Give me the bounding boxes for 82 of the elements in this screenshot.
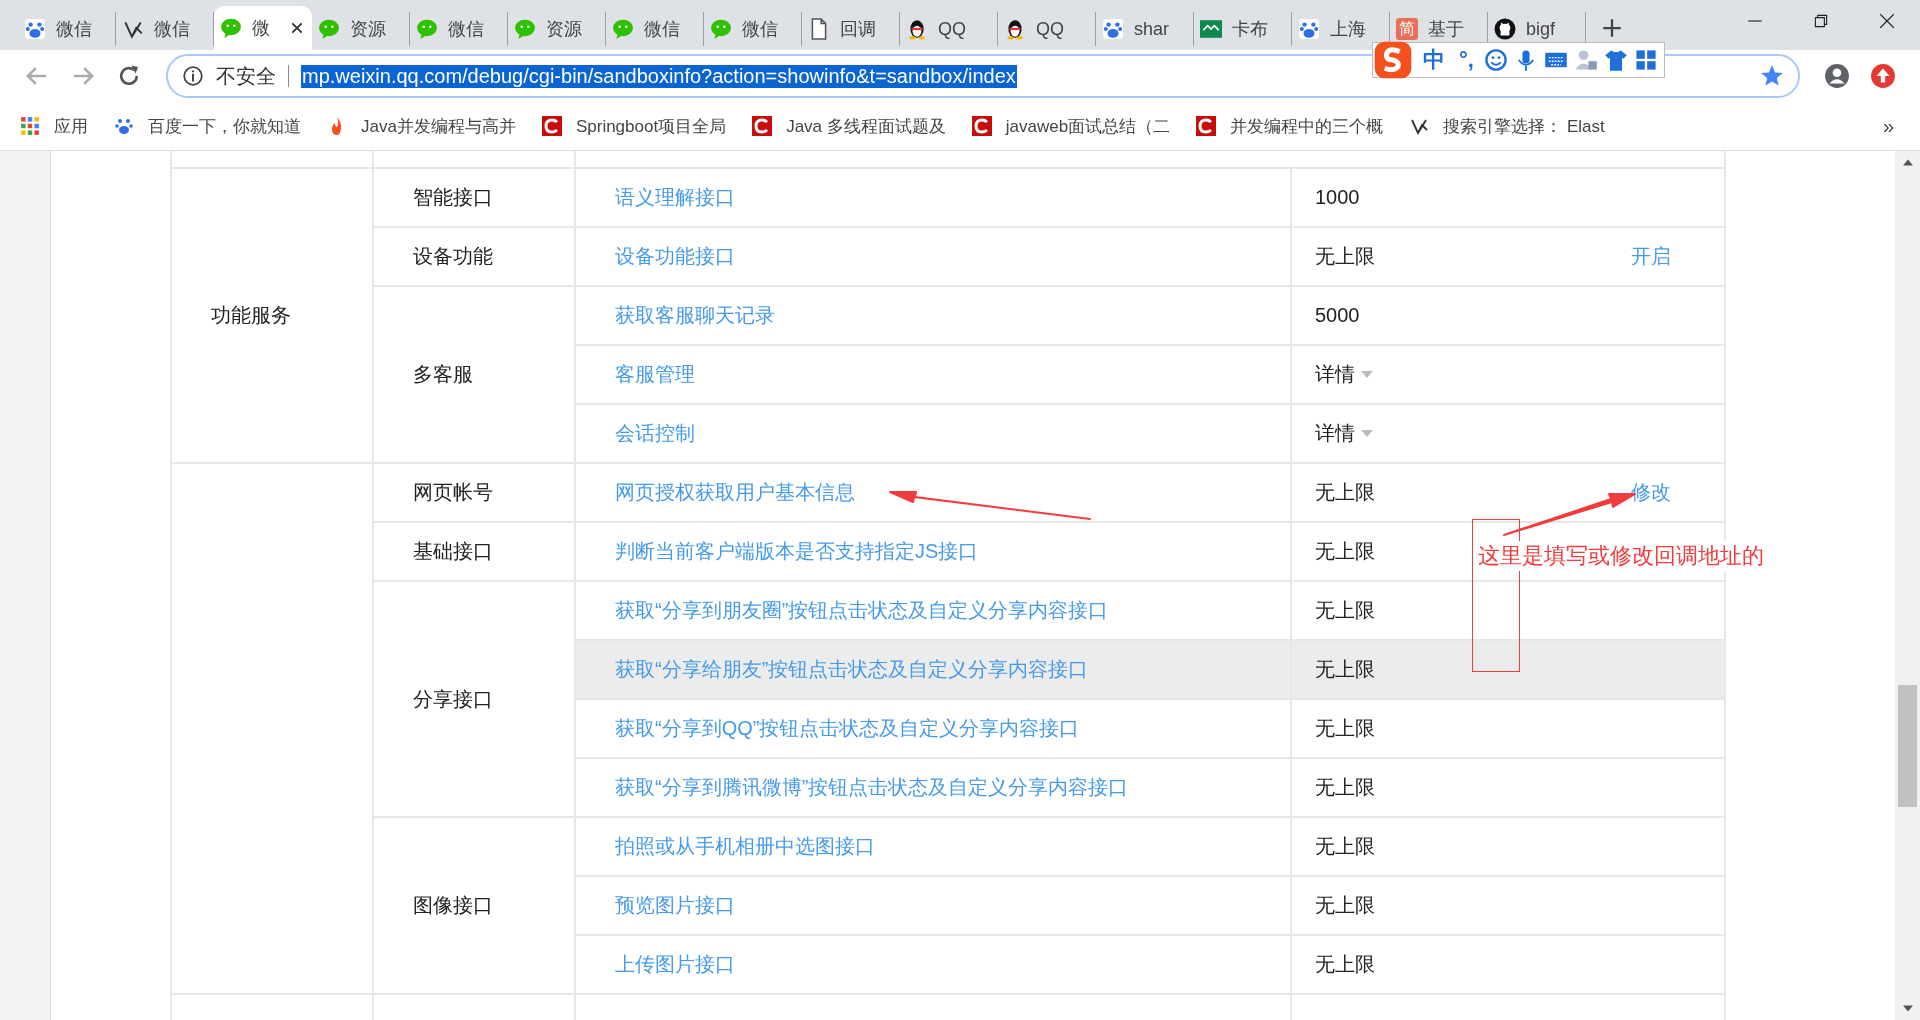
category-label: 基础接口	[413, 540, 493, 562]
quota-value: 无上限	[1315, 540, 1375, 562]
info-icon[interactable]	[182, 65, 204, 87]
chat-bubble-icon	[318, 18, 340, 40]
quota-value: 5000	[1315, 304, 1360, 326]
browser-tab[interactable]: 微	[214, 6, 312, 50]
update-icon[interactable]	[1870, 63, 1896, 89]
chat-bubble-icon	[612, 18, 634, 40]
c-logo-icon	[752, 116, 773, 136]
penguin-icon	[1004, 18, 1026, 40]
category-label: 设备功能	[413, 245, 493, 267]
new-tab-icon[interactable]	[1602, 18, 1622, 38]
chat-bubble-icon	[220, 17, 242, 39]
url-text[interactable]: mp.weixin.qq.com/debug/cgi-bin/sandboxinfo?action=showinfo&t=sandbox/index	[301, 64, 1017, 88]
chat-bubble-icon	[514, 18, 536, 40]
ime-logo-icon[interactable]	[1373, 40, 1413, 80]
bookmark-item[interactable]: 搜索引擎选择： Elast	[1409, 114, 1605, 138]
quota-value: 无上限	[1315, 953, 1375, 975]
apps-grid-icon	[20, 116, 40, 136]
category-label: 智能接口	[413, 186, 493, 208]
caret-icon	[1361, 371, 1373, 378]
bookmark-item[interactable]: javaweb面试总结（二	[971, 114, 1171, 138]
c-logo-icon	[971, 116, 992, 136]
chart-icon	[1200, 18, 1222, 40]
quota-value: 无上限	[1315, 717, 1375, 739]
quota-value: 无上限	[1315, 481, 1375, 503]
quota-value: 无上限	[1315, 599, 1375, 621]
user-icon[interactable]	[1573, 48, 1598, 72]
caret-icon	[1361, 430, 1373, 437]
paw-icon	[24, 18, 46, 40]
browser-tab[interactable]: QQ	[998, 12, 1096, 46]
bookmark-item[interactable]: 百度一下，你就知道	[114, 114, 301, 138]
bookmark-item[interactable]: 并发编程中的三个概	[1196, 114, 1384, 138]
browser-tab[interactable]: 微信	[410, 12, 508, 46]
more-bookmarks-button[interactable]: »	[1882, 114, 1894, 138]
scroll-thumb[interactable]	[1898, 685, 1917, 807]
star-icon[interactable]	[1760, 64, 1784, 88]
category-label: 网页帐号	[413, 481, 493, 503]
security-label[interactable]: 不安全	[216, 62, 276, 90]
quota-value: 无上限	[1315, 776, 1375, 798]
chat-bubble-icon	[710, 18, 732, 40]
category-label: 分享接口	[413, 687, 493, 710]
paw-icon	[114, 116, 134, 136]
quota-value: 无上限	[1315, 245, 1375, 267]
bookmark-item[interactable]: 应用	[20, 114, 88, 138]
browser-tab[interactable]: QQ	[900, 12, 998, 46]
browser-tab[interactable]: 卡布	[1194, 12, 1292, 46]
details-dropdown[interactable]: 详情	[1315, 420, 1373, 447]
group-label: 功能服务	[211, 304, 291, 326]
quota-value: 1000	[1315, 186, 1360, 208]
bookmark-item[interactable]: Springboot项目全局	[541, 114, 727, 138]
grid-icon[interactable]	[1633, 48, 1658, 72]
browser-tab[interactable]: 回调	[802, 12, 900, 46]
details-dropdown[interactable]: 详情	[1315, 361, 1373, 388]
c-logo-icon	[1196, 116, 1217, 136]
smiley-icon[interactable]	[1483, 48, 1508, 72]
chat-bubble-icon	[416, 18, 438, 40]
category-label: 图像接口	[413, 894, 493, 916]
penguin-icon	[906, 18, 928, 40]
c-logo-icon	[541, 116, 562, 136]
annotation-note: 这里是填写或修改回调地址的	[1478, 541, 1764, 571]
close-icon[interactable]	[290, 21, 304, 35]
browser-tab[interactable]: 微信	[704, 12, 802, 46]
quota-value: 无上限	[1315, 894, 1375, 916]
site-logo: 简	[1396, 18, 1418, 40]
quota-value: 无上限	[1315, 658, 1375, 680]
browser-tab[interactable]: 微信	[18, 12, 116, 46]
category-label: 多客服	[413, 363, 473, 385]
quota-value: 无上限	[1315, 835, 1375, 857]
bookmark-item[interactable]: Java 多线程面试题及	[752, 114, 946, 138]
browser-tab[interactable]: 微信	[606, 12, 704, 46]
scroll-down-icon[interactable]	[1903, 1005, 1913, 1012]
profile-icon[interactable]	[1824, 63, 1850, 89]
paw-icon	[1102, 18, 1124, 40]
cat-icon	[1494, 18, 1516, 40]
shirt-icon[interactable]	[1603, 48, 1628, 72]
paw-icon	[1298, 18, 1320, 40]
bookmark-item[interactable]: Java并发编程与高并	[327, 114, 516, 138]
scroll-up-icon[interactable]	[1903, 159, 1913, 166]
browser-tab[interactable]: 资源	[312, 12, 410, 46]
browser-tab[interactable]: 资源	[508, 12, 606, 46]
browser-tab[interactable]: shar	[1096, 12, 1194, 46]
